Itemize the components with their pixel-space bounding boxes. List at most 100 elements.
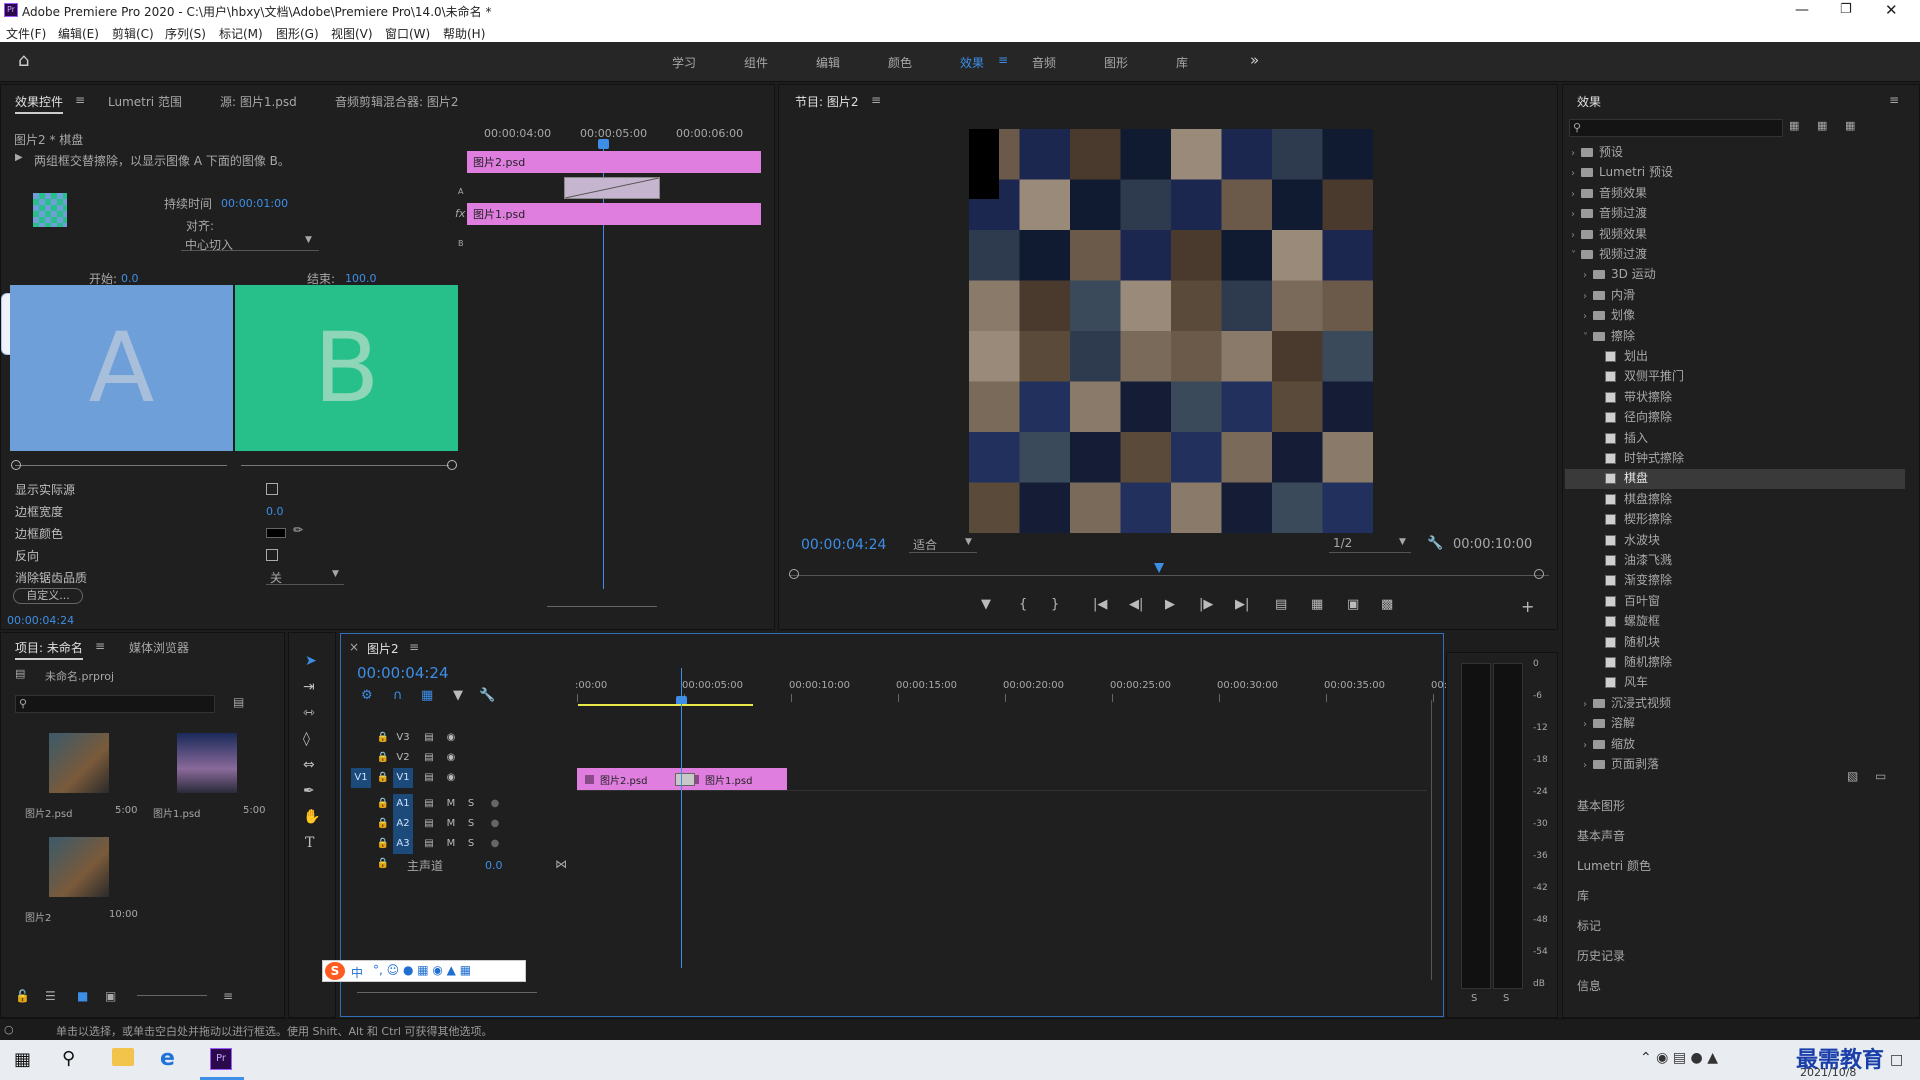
chevron-right-icon[interactable]: ›: [1583, 719, 1593, 730]
chevron-down-icon[interactable]: ˅: [1583, 332, 1593, 343]
chevron-right-icon[interactable]: ›: [1571, 189, 1581, 200]
workspace-learn[interactable]: 学习: [672, 54, 696, 71]
play-icon[interactable]: ▶: [1165, 597, 1175, 612]
microphone-icon[interactable]: ●: [485, 834, 505, 854]
tab-project[interactable]: 项目: 未命名: [15, 639, 83, 660]
master-bowtie-icon[interactable]: ⋈: [555, 857, 567, 871]
effects-search-input[interactable]: ⚲: [1569, 119, 1783, 137]
effect-item[interactable]: 带状擦除: [1565, 388, 1905, 408]
compare-view-icon[interactable]: ▩: [1381, 597, 1393, 612]
delete-icon[interactable]: ▭: [1875, 769, 1886, 783]
effect-folder[interactable]: › 溶解: [1565, 714, 1905, 734]
lift-icon[interactable]: ▤: [1275, 597, 1287, 612]
effect-item[interactable]: 随机擦除: [1565, 653, 1905, 673]
solo-button[interactable]: S: [461, 814, 481, 834]
end-slider-handle[interactable]: [447, 460, 457, 470]
workspace-assembly[interactable]: 组件: [744, 54, 768, 71]
ime-mode[interactable]: 中: [351, 964, 363, 981]
add-marker-icon[interactable]: ▼: [981, 597, 991, 612]
panel-menu-icon[interactable]: ≡: [409, 640, 419, 654]
effect-folder[interactable]: › 音频过渡: [1565, 204, 1905, 224]
lock-icon[interactable]: 🔒: [373, 814, 393, 834]
effect-folder[interactable]: ˅ 视频过渡: [1565, 245, 1905, 265]
workspace-editing[interactable]: 编辑: [816, 54, 840, 71]
eyedropper-icon[interactable]: ✏: [293, 523, 303, 537]
menu-edit[interactable]: 编辑(E): [58, 25, 99, 42]
ime-toolbar[interactable]: S 中 °, ☺ ● ▦ ◉ ▲ ▦: [322, 960, 526, 982]
play-transition-icon[interactable]: ▶: [15, 152, 23, 163]
type-tool-icon[interactable]: T: [305, 835, 314, 851]
track-select-tool-icon[interactable]: ⇥: [303, 679, 315, 695]
effect-item[interactable]: 棋盘擦除: [1565, 490, 1905, 510]
effect-folder[interactable]: › 沉浸式视频: [1565, 694, 1905, 714]
solo-right-button[interactable]: S: [1503, 993, 1509, 1004]
mini-zoom-bar[interactable]: [547, 606, 657, 607]
panel-menu-icon[interactable]: ≡: [95, 639, 105, 653]
home-icon[interactable]: ⌂: [18, 50, 29, 71]
snap-icon[interactable]: ∩: [393, 688, 403, 703]
eye-icon[interactable]: ◉: [441, 728, 461, 748]
go-to-out-icon[interactable]: ▶|: [1235, 597, 1249, 612]
timeline-vscroll[interactable]: [1431, 700, 1432, 980]
effect-item[interactable]: 划出: [1565, 347, 1905, 367]
border-color-swatch[interactable]: [266, 528, 286, 538]
workspace-color[interactable]: 颜色: [888, 54, 912, 71]
tab-media-browser[interactable]: 媒体浏览器: [129, 639, 189, 656]
chevron-right-icon[interactable]: ›: [1583, 760, 1593, 771]
edge-icon[interactable]: e: [160, 1046, 175, 1071]
effect-item[interactable]: 双侧平推门: [1565, 367, 1905, 387]
workspace-effects[interactable]: 效果: [960, 54, 984, 71]
end-value[interactable]: 100.0: [345, 272, 377, 285]
project-item[interactable]: 图片1.psd 5:00: [147, 733, 267, 833]
section-info[interactable]: 信息: [1577, 977, 1601, 994]
tray-icons[interactable]: ⌃ ◉ ▤ ● ▲: [1640, 1050, 1718, 1066]
effect-folder[interactable]: ˅ 擦除: [1565, 327, 1905, 347]
resolution-dropdown[interactable]: 1/2 ▼: [1329, 535, 1411, 553]
lock-icon[interactable]: 🔒: [373, 834, 393, 854]
start-slider-handle[interactable]: [11, 460, 21, 470]
effect-item[interactable]: 插入: [1565, 429, 1905, 449]
chevron-right-icon[interactable]: ›: [1571, 148, 1581, 159]
menu-view[interactable]: 视图(V): [331, 25, 373, 42]
microphone-icon[interactable]: ●: [485, 794, 505, 814]
source-patch-v1[interactable]: V1: [351, 768, 371, 788]
track-a1-label[interactable]: A1: [393, 794, 413, 814]
solo-left-button[interactable]: S: [1471, 993, 1477, 1004]
program-scrub-bar[interactable]: [789, 575, 1549, 576]
track-area[interactable]: 图片2.psd 图片1.psd: [577, 668, 1427, 978]
effect-folder[interactable]: › 预设: [1565, 143, 1905, 163]
chevron-right-icon[interactable]: ›: [1571, 209, 1581, 220]
yuv-effects-icon[interactable]: ▦: [1845, 119, 1855, 132]
sort-icon[interactable]: ≡: [223, 989, 233, 1003]
lock-icon[interactable]: 🔓: [15, 989, 30, 1003]
project-item[interactable]: 图片2 10:00: [19, 837, 139, 937]
razor-tool-icon[interactable]: ◊: [303, 731, 310, 747]
lock-icon[interactable]: 🔒: [373, 748, 393, 768]
anti-aliasing-dropdown[interactable]: 关 ▼: [266, 569, 344, 585]
end-slider[interactable]: [241, 465, 449, 466]
selection-tool-icon[interactable]: ➤: [305, 653, 317, 669]
track-a3-label[interactable]: A3: [393, 834, 413, 854]
tab-effect-controls[interactable]: 效果控件: [15, 93, 64, 114]
track-v1-label[interactable]: V1: [393, 768, 413, 788]
lock-icon[interactable]: 🔒: [373, 768, 393, 788]
sync-lock-icon[interactable]: ▤: [419, 834, 439, 854]
menu-file[interactable]: 文件(F): [6, 25, 46, 42]
32bit-effects-icon[interactable]: ▦: [1817, 119, 1827, 132]
effect-controls-timecode[interactable]: 00:00:04:24: [7, 614, 74, 627]
effect-folder[interactable]: › 内滑: [1565, 286, 1905, 306]
transition-clip[interactable]: [564, 177, 660, 199]
effect-item[interactable]: 时钟式擦除: [1565, 449, 1905, 469]
section-history[interactable]: 历史记录: [1577, 947, 1625, 964]
go-to-in-icon[interactable]: |◀: [1093, 597, 1107, 612]
timeline-hscroll[interactable]: [357, 992, 537, 993]
menu-help[interactable]: 帮助(H): [443, 25, 485, 42]
section-lumetri-color[interactable]: Lumetri 颜色: [1577, 857, 1651, 874]
effect-folder[interactable]: › 视频效果: [1565, 225, 1905, 245]
mark-out-icon[interactable]: }: [1051, 597, 1059, 612]
program-timecode[interactable]: 00:00:04:24: [801, 537, 886, 553]
nest-icon[interactable]: ⚙: [361, 688, 373, 703]
ripple-edit-tool-icon[interactable]: ⇿: [303, 705, 315, 721]
effect-folder[interactable]: › 划像: [1565, 306, 1905, 326]
new-bin-icon[interactable]: ▧: [1847, 769, 1858, 783]
